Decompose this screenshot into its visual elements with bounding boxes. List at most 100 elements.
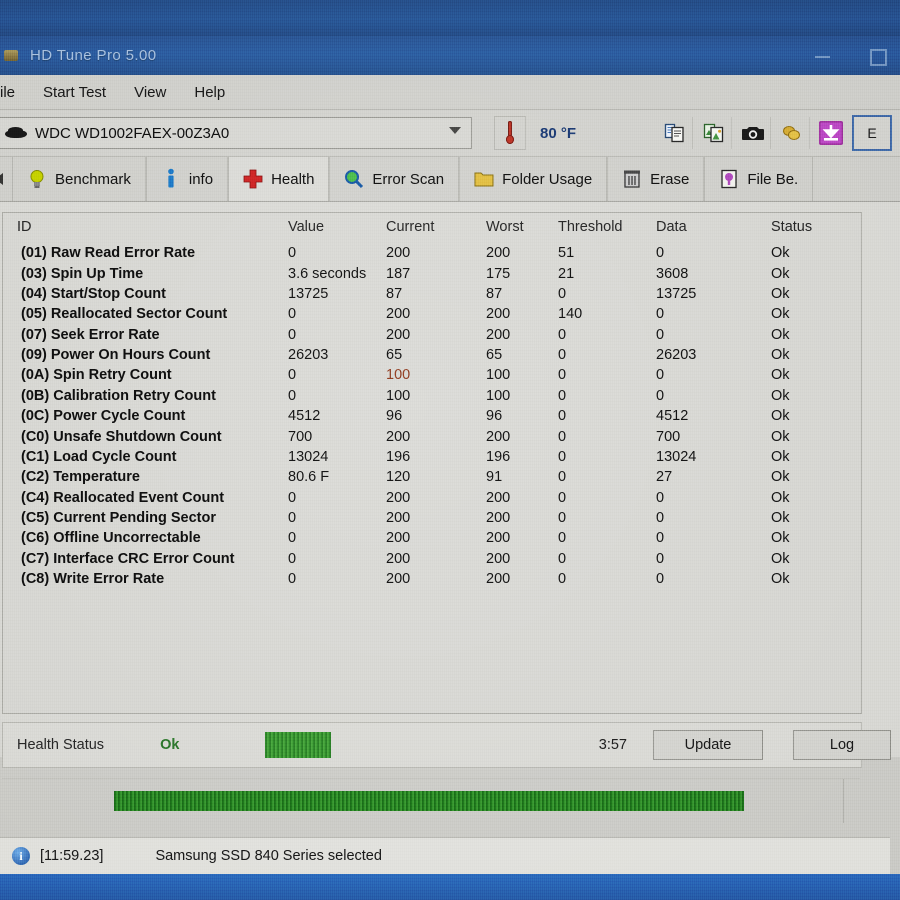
- row-value: 0: [288, 326, 297, 343]
- column-header-value[interactable]: Value: [288, 213, 386, 243]
- drive-toolbar: WDC WD1002FAEX-00Z3A0 80 °F E: [0, 110, 900, 157]
- copy-text-icon[interactable]: [658, 117, 693, 149]
- row-current: 200: [386, 550, 411, 567]
- table-row[interactable]: (C4) Reallocated Event Count 0 200 200 0 0 Ok: [3, 488, 861, 508]
- desktop-taskbar: [0, 874, 900, 900]
- row-data: 0: [656, 387, 665, 404]
- column-header-status[interactable]: Status: [771, 213, 861, 243]
- row-status: Ok: [771, 306, 790, 323]
- row-threshold: 140: [558, 306, 583, 323]
- column-header-id[interactable]: ID: [3, 213, 288, 243]
- table-row[interactable]: (04) Start/Stop Count 13725 87 87 0 13725 Ok: [3, 284, 861, 304]
- row-worst: 200: [486, 571, 511, 588]
- smart-attributes-panel[interactable]: ID Value Current Worst Threshold Data St…: [2, 212, 862, 714]
- table-row[interactable]: (0A) Spin Retry Count 0 100 100 0 0 Ok: [3, 365, 861, 385]
- menu-start-test[interactable]: Start Test: [31, 81, 118, 104]
- health-status-value: Ok: [160, 737, 180, 753]
- row-data: 0: [656, 489, 665, 506]
- row-worst: 175: [486, 265, 511, 282]
- hdd-icon: [2, 47, 22, 65]
- table-row[interactable]: (C6) Offline Uncorrectable 0 200 200 0 0 Ok: [3, 528, 861, 548]
- progress-area: [2, 778, 860, 823]
- table-row[interactable]: (C8) Write Error Rate 0 200 200 0 0 Ok: [3, 569, 861, 589]
- tab-health[interactable]: Health: [228, 157, 330, 201]
- menu-file[interactable]: ile: [0, 81, 27, 104]
- table-row[interactable]: (C2) Temperature 80.6 F 120 91 0 27 Ok: [3, 467, 861, 487]
- screenshot-camera-icon[interactable]: [736, 117, 771, 149]
- table-row[interactable]: (03) Spin Up Time 3.6 seconds 187 175 21 3608…: [3, 263, 861, 283]
- copy-image-icon[interactable]: [697, 117, 732, 149]
- health-status-label: Health Status: [17, 737, 105, 753]
- row-value: 26203: [288, 347, 329, 364]
- table-row[interactable]: (C1) Load Cycle Count 13024 196 196 0 13024 Ok: [3, 447, 861, 467]
- row-worst: 100: [486, 367, 511, 384]
- tab-error-scan-label: Error Scan: [372, 170, 445, 188]
- chevron-down-icon[interactable]: [449, 127, 461, 134]
- minimize-button[interactable]: [814, 47, 832, 65]
- lightbulb-icon: [27, 168, 47, 190]
- edge-extra-button[interactable]: E: [852, 115, 892, 151]
- row-worst: 200: [486, 326, 511, 343]
- tab-folder-usage[interactable]: Folder Usage: [459, 157, 608, 201]
- chevron-left-icon[interactable]: [0, 157, 12, 201]
- table-row[interactable]: (0C) Power Cycle Count 4512 96 96 0 4512 Ok: [3, 406, 861, 426]
- drive-select[interactable]: WDC WD1002FAEX-00Z3A0: [0, 117, 472, 149]
- table-row[interactable]: (01) Raw Read Error Rate 0 200 200 51 0 Ok: [3, 243, 861, 263]
- row-threshold: 0: [558, 550, 567, 567]
- row-status: Ok: [771, 469, 790, 486]
- column-header-current[interactable]: Current: [386, 213, 486, 243]
- tab-erase-label: Erase: [650, 170, 690, 188]
- row-current: 200: [386, 489, 411, 506]
- coins-icon[interactable]: [775, 117, 810, 149]
- row-data: 0: [656, 367, 665, 384]
- table-body: (01) Raw Read Error Rate 0 200 200 51 0 Ok (03)…: [3, 243, 861, 589]
- status-message: Samsung SSD 840 Series selected: [155, 848, 382, 864]
- tab-file-benchmark[interactable]: File Be.: [704, 157, 814, 201]
- row-current: 200: [386, 428, 411, 445]
- row-current: 200: [386, 530, 411, 547]
- column-header-worst[interactable]: Worst: [486, 213, 558, 243]
- table-row[interactable]: (C7) Interface CRC Error Count 0 200 200 0 0 O…: [3, 549, 861, 569]
- row-id: (C5) Current Pending Sector: [21, 510, 216, 527]
- drive-select-value: WDC WD1002FAEX-00Z3A0: [35, 124, 230, 142]
- window-controls: [814, 36, 887, 75]
- row-current: 200: [386, 245, 411, 262]
- info-icon: i: [12, 847, 30, 865]
- table-row[interactable]: (C0) Unsafe Shutdown Count 700 200 200 0 700 O…: [3, 426, 861, 446]
- row-value: 0: [288, 571, 297, 588]
- update-button[interactable]: Update: [653, 730, 763, 760]
- table-row[interactable]: (0B) Calibration Retry Count 0 100 100 0 0 Ok: [3, 386, 861, 406]
- tab-benchmark[interactable]: Benchmark: [12, 157, 146, 201]
- table-row[interactable]: (09) Power On Hours Count 26203 65 65 0 26203…: [3, 345, 861, 365]
- table-row[interactable]: (05) Reallocated Sector Count 0 200 200 140 0…: [3, 304, 861, 324]
- row-data: 0: [656, 306, 665, 323]
- row-status: Ok: [771, 571, 790, 588]
- desktop-background-top: [0, 0, 900, 36]
- row-status: Ok: [771, 550, 790, 567]
- row-current: 120: [386, 469, 411, 486]
- column-header-threshold[interactable]: Threshold: [558, 213, 656, 243]
- log-button[interactable]: Log: [793, 730, 891, 760]
- row-id: (07) Seek Error Rate: [21, 326, 160, 343]
- row-id: (0A) Spin Retry Count: [21, 367, 172, 384]
- row-data: 0: [656, 326, 665, 343]
- row-status: Ok: [771, 448, 790, 465]
- tab-error-scan[interactable]: Error Scan: [329, 157, 460, 201]
- column-header-data[interactable]: Data: [656, 213, 771, 243]
- table-row[interactable]: (C5) Current Pending Sector 0 200 200 0 0 Ok: [3, 508, 861, 528]
- row-status: Ok: [771, 530, 790, 547]
- table-row[interactable]: (07) Seek Error Rate 0 200 200 0 0 Ok: [3, 325, 861, 345]
- row-worst: 200: [486, 245, 511, 262]
- maximize-button[interactable]: [868, 47, 887, 66]
- download-save-icon[interactable]: [814, 117, 848, 149]
- row-worst: 200: [486, 510, 511, 527]
- row-current: 187: [386, 265, 411, 282]
- row-status: Ok: [771, 347, 790, 364]
- row-current: 196: [386, 448, 411, 465]
- tab-info[interactable]: info: [145, 157, 229, 201]
- row-worst: 91: [486, 469, 503, 486]
- tab-erase[interactable]: Erase: [607, 157, 705, 201]
- menu-help[interactable]: Help: [182, 81, 237, 104]
- row-worst: 100: [486, 387, 511, 404]
- menu-view[interactable]: View: [122, 81, 178, 104]
